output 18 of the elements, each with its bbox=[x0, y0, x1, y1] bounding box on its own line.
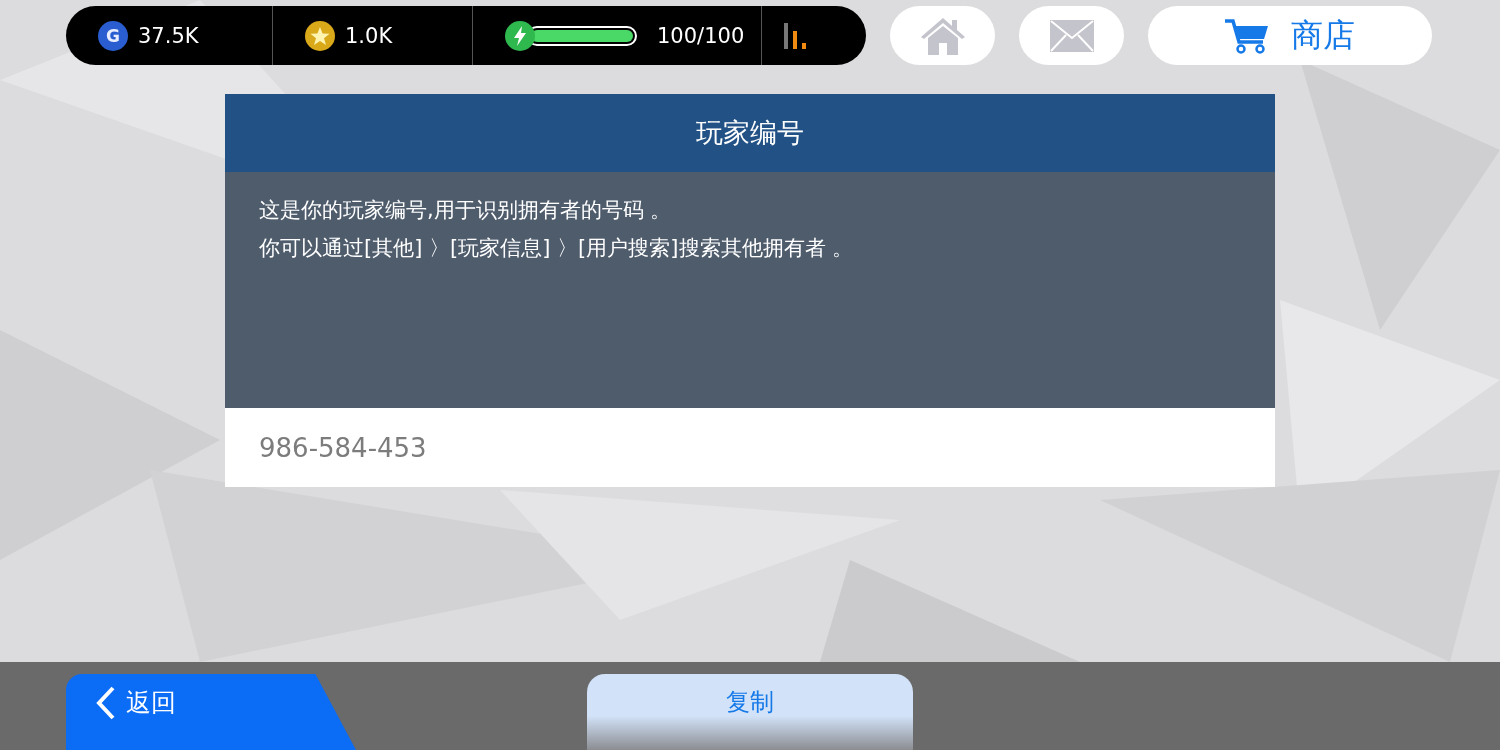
cart-icon bbox=[1225, 17, 1269, 54]
description-text: 这是你的玩家编号,用于识别拥有者的号码 。 bbox=[259, 197, 673, 224]
currency-amount: 37.5K bbox=[138, 23, 199, 48]
player-id-field[interactable]: 986-584-453 bbox=[225, 408, 1275, 487]
back-button[interactable]: 返回 bbox=[66, 674, 356, 750]
mail-icon bbox=[1049, 19, 1094, 52]
description-text: 你可以通过[其他] 〉[玩家信息] 〉[用户搜索]搜索其他拥有者 。 bbox=[259, 235, 855, 262]
signal-icon bbox=[784, 22, 806, 49]
energy-amount: 100/100 bbox=[657, 23, 745, 48]
copy-button[interactable]: 复制 bbox=[587, 674, 913, 750]
panel-title: 玩家编号 bbox=[225, 94, 1275, 172]
shop-button[interactable]: 商店 bbox=[1148, 6, 1432, 65]
home-icon bbox=[920, 16, 965, 55]
lightning-icon bbox=[505, 20, 535, 51]
star-amount: 1.0K bbox=[345, 23, 393, 48]
chevron-left-icon bbox=[96, 686, 116, 720]
currency-coin-icon: G bbox=[98, 20, 128, 51]
star-coin-icon bbox=[305, 20, 335, 51]
